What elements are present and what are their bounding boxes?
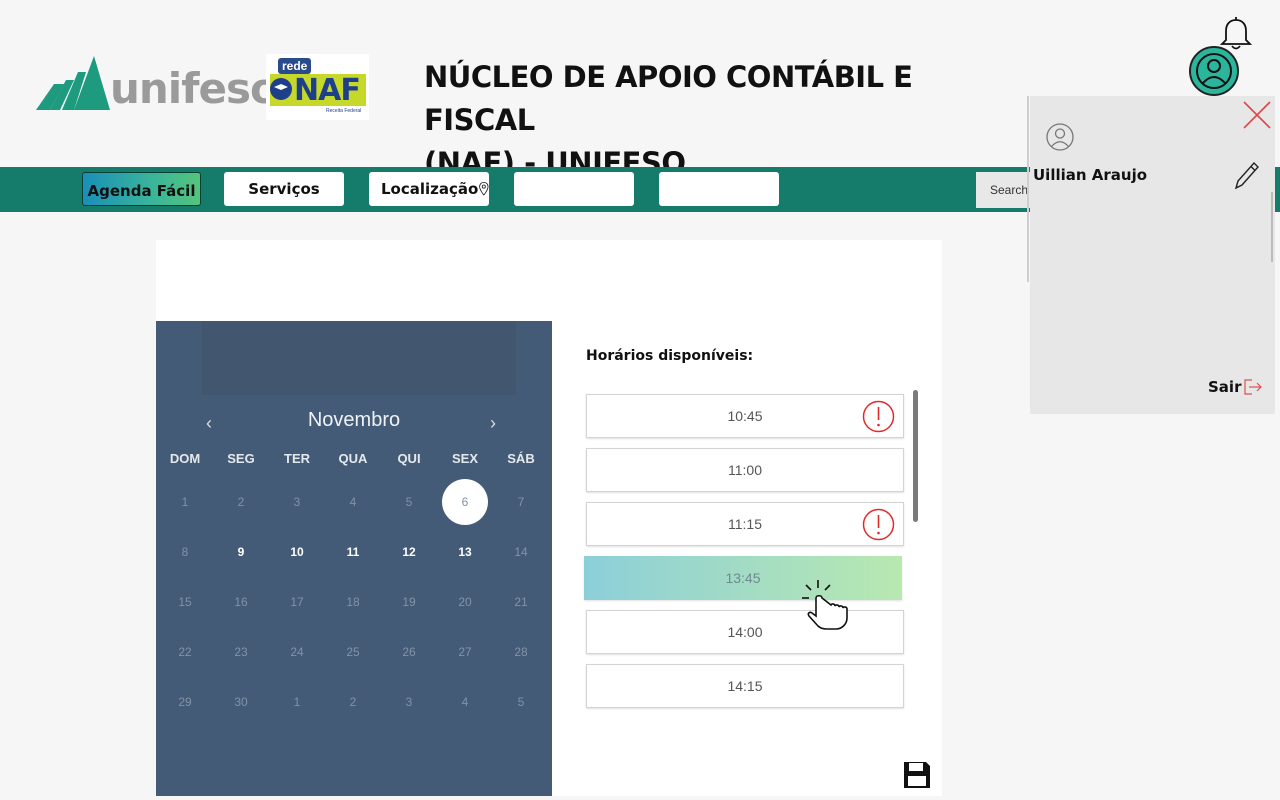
calendar-day[interactable]: 2 [213, 492, 269, 512]
receita-federal-label: Receita Federal [326, 108, 362, 114]
nav-localizacao[interactable]: Localização [369, 172, 489, 206]
calendar-day[interactable]: 29 [157, 692, 213, 712]
rede-label: rede [278, 58, 312, 74]
logout-button[interactable]: Sair [1208, 378, 1263, 396]
panel-divider [1027, 96, 1029, 282]
calendar-day[interactable]: 9 [213, 542, 269, 562]
calendar-day[interactable]: 8 [157, 542, 213, 562]
calendar-day[interactable]: 19 [381, 592, 437, 612]
close-icon[interactable] [1242, 100, 1272, 130]
calendar-day[interactable]: 14 [493, 542, 549, 562]
calendar-day[interactable]: 5 [493, 692, 549, 712]
weekday-label: SEG [227, 451, 255, 466]
save-floppy-icon[interactable] [902, 760, 932, 790]
edit-pencil-icon[interactable] [1234, 160, 1260, 190]
calendar-day[interactable]: 3 [269, 492, 325, 512]
nav-servicos-label: Serviços [248, 180, 320, 198]
nav-servicos[interactable]: Serviços [224, 172, 344, 206]
time-slot-label: 11:15 [728, 516, 762, 532]
nav-empty-button-1[interactable] [514, 172, 634, 206]
calendar-day[interactable]: 24 [269, 642, 325, 662]
user-name: Uillian Araujo [1033, 166, 1148, 184]
calendar-day[interactable]: 1 [157, 492, 213, 512]
time-slot-label: 14:15 [727, 678, 763, 694]
calendar-day[interactable]: 3 [381, 692, 437, 712]
calendar-day[interactable]: 11 [325, 542, 381, 562]
time-slot[interactable]: 11:00 [586, 448, 904, 492]
nav-localizacao-label: Localização [381, 180, 479, 198]
user-avatar-icon [1196, 53, 1232, 89]
calendar-day[interactable]: 25 [325, 642, 381, 662]
nav-agenda-facil[interactable]: Agenda Fácil [82, 172, 201, 206]
time-slot[interactable]: 10:45 [586, 394, 904, 438]
search-placeholder: Search [990, 183, 1029, 197]
weekday-label: QUI [397, 451, 421, 466]
calendar-day[interactable]: 5 [381, 492, 437, 512]
calendar-day[interactable]: 4 [325, 492, 381, 512]
calendar-day[interactable]: 22 [157, 642, 213, 662]
warning-icon [862, 508, 895, 541]
time-slot-selected[interactable]: 13:45 [584, 556, 902, 600]
calendar-day[interactable]: 12 [381, 542, 437, 562]
profile-panel: Uillian Araujo Sair [1027, 96, 1275, 414]
calendar-day[interactable]: 27 [437, 642, 493, 662]
time-slot[interactable]: 14:15 [586, 664, 904, 708]
available-times-title: Horários disponíveis: [586, 348, 754, 364]
calendar-day[interactable]: 16 [213, 592, 269, 612]
calendar-day[interactable]: 23 [213, 642, 269, 662]
naf-logo-text: NAF [294, 73, 361, 108]
time-slot-scrollbar[interactable] [913, 390, 918, 522]
nav-agenda-facil-label: Agenda Fácil [87, 182, 196, 200]
nav-empty-button-2[interactable] [659, 172, 779, 206]
profile-user-icon [1046, 123, 1074, 151]
map-pin-icon [479, 181, 489, 196]
time-slot-label: 11:00 [728, 462, 762, 478]
calendar-day[interactable]: 13 [437, 542, 493, 562]
time-slot-label: 13:45 [725, 570, 761, 586]
calendar-month-header: ‹ Novembro › [156, 409, 552, 437]
calendar-day[interactable]: 7 [493, 492, 549, 512]
calendar-day[interactable]: 10 [269, 542, 325, 562]
calendar-day[interactable]: 26 [381, 642, 437, 662]
time-slot-label: 14:00 [727, 624, 763, 640]
click-pointer-icon [802, 580, 848, 630]
logout-icon [1244, 379, 1263, 395]
time-slot[interactable]: 14:00 [586, 610, 904, 654]
calendar-day[interactable]: 21 [493, 592, 549, 612]
calendar-day[interactable]: 4 [437, 692, 493, 712]
unifeso-mountain-icon [36, 56, 110, 110]
calendar-day[interactable]: 28 [493, 642, 549, 662]
graduation-cap-icon [270, 78, 292, 100]
calendar-day[interactable]: 20 [437, 592, 493, 612]
weekday-label: TER [284, 451, 310, 466]
logout-label: Sair [1208, 378, 1242, 396]
unifeso-logo: unifeso [36, 54, 279, 114]
weekday-label: QUA [338, 451, 368, 466]
weekday-label: SEX [451, 451, 478, 466]
calendar-day[interactable]: 18 [325, 592, 381, 612]
next-month-chevron-icon[interactable]: › [490, 413, 496, 434]
calendar-day-selected[interactable]: 6 [442, 479, 488, 525]
panel-scrollbar[interactable] [1271, 192, 1273, 262]
calendar-day[interactable]: 15 [157, 592, 213, 612]
notification-bell-icon[interactable] [1220, 16, 1252, 52]
weekday-label: SÁB [507, 451, 535, 466]
calendar-header-area [202, 321, 516, 395]
warning-icon [862, 400, 895, 433]
time-slot[interactable]: 11:15 [586, 502, 904, 546]
weekday-label: DOM [169, 451, 201, 466]
user-avatar-button[interactable] [1189, 46, 1239, 96]
calendar-day[interactable]: 1 [269, 692, 325, 712]
unifeso-logo-text: unifeso [110, 64, 279, 113]
page: unifeso rede NAF Receita Federal NÚCLEO … [0, 0, 1280, 800]
calendar-day[interactable]: 17 [269, 592, 325, 612]
calendar-day[interactable]: 30 [213, 692, 269, 712]
rede-naf-logo: rede NAF Receita Federal [266, 54, 369, 120]
calendar-day[interactable]: 2 [325, 692, 381, 712]
time-slot-label: 10:45 [727, 408, 763, 424]
calendar: ‹ Novembro › DOM SEG TER QUA QUI SEX SÁB 1 2 3 4 5 6… [156, 321, 552, 796]
title-line-1: NÚCLEO DE APOIO CONTÁBIL E FISCAL [424, 60, 913, 137]
page-title: NÚCLEO DE APOIO CONTÁBIL E FISCAL (NAF) … [424, 56, 1024, 185]
scheduling-card: ‹ Novembro › DOM SEG TER QUA QUI SEX SÁB 1 2 3 4 5 6… [156, 240, 942, 796]
